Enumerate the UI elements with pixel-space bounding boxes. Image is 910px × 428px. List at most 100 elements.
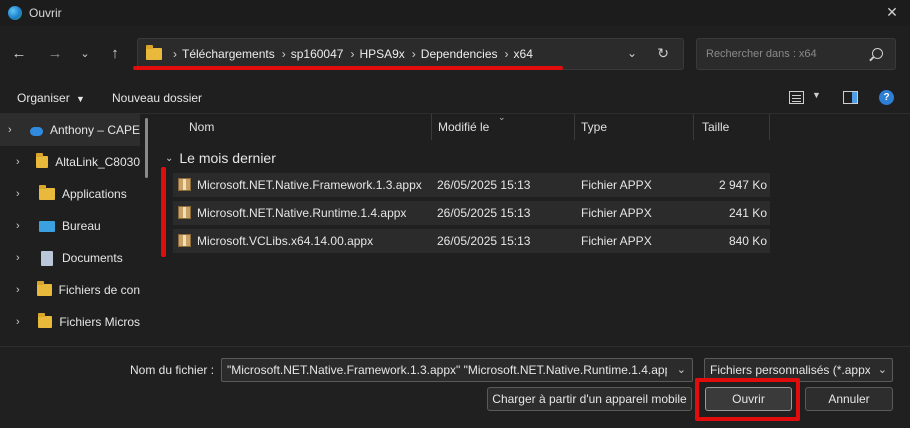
sidebar-item-label: Fichiers Micros bbox=[59, 315, 140, 329]
recent-locations-chevron-icon[interactable]: ⌄ bbox=[73, 44, 97, 64]
cloud-icon bbox=[29, 126, 43, 136]
sidebar-item-documents[interactable]: › Documents bbox=[0, 242, 140, 274]
package-icon bbox=[178, 206, 191, 219]
sidebar-item-altalink[interactable]: › AltaLink_C8030 bbox=[0, 146, 140, 178]
column-header-label: Taille bbox=[702, 120, 730, 134]
file-type: Fichier APPX bbox=[581, 234, 652, 248]
breadcrumb-item[interactable]: sp160047 bbox=[291, 47, 344, 61]
file-name: Microsoft.VCLibs.x64.14.00.appx bbox=[197, 234, 374, 248]
sidebar-item-bureau[interactable]: › Bureau bbox=[0, 210, 140, 242]
sidebar-item-applications[interactable]: › Applications bbox=[0, 178, 140, 210]
column-header-label: Modifié le bbox=[438, 120, 490, 134]
file-size: 2 947 Ko bbox=[718, 178, 767, 192]
back-arrow-icon[interactable]: ← bbox=[7, 44, 31, 64]
sidebar-item-label: Bureau bbox=[62, 219, 101, 233]
column-header-type[interactable]: Type bbox=[575, 114, 694, 140]
edge-icon bbox=[8, 6, 22, 20]
chevron-right-icon: › bbox=[411, 47, 416, 61]
red-annotation-box bbox=[695, 378, 800, 421]
column-header-label: Nom bbox=[189, 120, 215, 134]
desktop-icon bbox=[39, 220, 55, 232]
sidebar-item-fichiers-de-con[interactable]: › Fichiers de con bbox=[0, 274, 140, 306]
chevron-right-icon[interactable]: › bbox=[8, 124, 20, 136]
file-modified: 26/05/2025 15:13 bbox=[437, 234, 531, 248]
table-row[interactable]: Microsoft.VCLibs.x64.14.00.appx 26/05/20… bbox=[173, 229, 770, 253]
chevron-down-icon[interactable]: ⌄ bbox=[878, 363, 887, 376]
package-icon bbox=[178, 178, 191, 191]
column-header-name[interactable]: Nom bbox=[182, 114, 432, 140]
view-options-icon[interactable] bbox=[789, 91, 804, 104]
sidebar-item-label: Applications bbox=[62, 187, 127, 201]
chevron-right-icon: › bbox=[504, 47, 509, 61]
chevron-right-icon: › bbox=[281, 47, 286, 61]
breadcrumb-item[interactable]: Dependencies bbox=[421, 47, 498, 61]
sidebar-item-label: Documents bbox=[62, 251, 123, 265]
file-modified: 26/05/2025 15:13 bbox=[437, 206, 531, 220]
filename-input[interactable]: "Microsoft.NET.Native.Framework.1.3.appx… bbox=[221, 358, 693, 382]
caret-down-icon[interactable]: ▼ bbox=[812, 90, 821, 100]
chevron-right-icon: › bbox=[173, 47, 177, 61]
window-title: Ouvrir bbox=[29, 6, 62, 20]
file-size: 840 Ko bbox=[728, 234, 767, 248]
chevron-down-icon[interactable]: ⌄ bbox=[677, 363, 686, 376]
search-input[interactable]: Rechercher dans : x64 bbox=[696, 38, 896, 70]
breadcrumb-item[interactable]: x64 bbox=[514, 47, 533, 61]
sidebar-item-label: Anthony – CAPE bbox=[49, 123, 140, 137]
navigation-pane: › Anthony – CAPE › AltaLink_C8030 › Appl… bbox=[0, 114, 155, 346]
chevron-down-icon[interactable]: ⌄ bbox=[627, 46, 637, 60]
close-icon[interactable]: ✕ bbox=[882, 2, 902, 22]
file-type-value: Fichiers personnalisés (*.appx;*. bbox=[710, 363, 870, 377]
sidebar-item-label: Fichiers de con bbox=[58, 283, 140, 297]
chevron-right-icon[interactable]: › bbox=[16, 156, 27, 168]
forward-arrow-icon[interactable]: → bbox=[43, 44, 67, 64]
up-arrow-icon[interactable]: ↑ bbox=[103, 44, 127, 64]
filename-label: Nom du fichier : bbox=[130, 363, 215, 377]
cancel-button[interactable]: Annuler bbox=[805, 387, 893, 411]
sidebar-scrollbar[interactable] bbox=[145, 118, 148, 178]
navigation-bar: ← → ⌄ ↑ › Téléchargements › sp160047 › H… bbox=[0, 26, 910, 82]
caret-down-icon: ▼ bbox=[76, 94, 85, 104]
chevron-right-icon[interactable]: › bbox=[16, 316, 29, 328]
file-modified: 26/05/2025 15:13 bbox=[437, 178, 531, 192]
load-from-mobile-button[interactable]: Charger à partir d'un appareil mobile bbox=[487, 387, 692, 411]
document-icon bbox=[41, 250, 53, 266]
refresh-icon[interactable]: ↻ bbox=[657, 45, 669, 62]
file-size: 241 Ko bbox=[728, 206, 767, 220]
file-type: Fichier APPX bbox=[581, 206, 652, 220]
column-header-label: Type bbox=[581, 120, 608, 134]
folder-icon bbox=[37, 281, 52, 296]
organize-label: Organiser bbox=[17, 91, 70, 105]
table-row[interactable]: Microsoft.NET.Native.Framework.1.3.appx … bbox=[173, 173, 770, 197]
column-header-modified[interactable]: Modifié le bbox=[432, 114, 575, 140]
table-row[interactable]: Microsoft.NET.Native.Runtime.1.4.appx 26… bbox=[173, 201, 770, 225]
chevron-right-icon[interactable]: › bbox=[16, 284, 28, 296]
group-header[interactable]: ⌄ Le mois dernier bbox=[165, 150, 276, 166]
chevron-right-icon[interactable]: › bbox=[16, 220, 30, 232]
sidebar-item-onedrive[interactable]: › Anthony – CAPE bbox=[0, 114, 140, 146]
chevron-down-icon[interactable]: ⌄ bbox=[165, 153, 173, 164]
search-icon[interactable] bbox=[872, 48, 883, 59]
chevron-right-icon[interactable]: › bbox=[16, 252, 30, 264]
sidebar-item-fichiers-micros[interactable]: › Fichiers Micros bbox=[0, 306, 140, 338]
command-bar: Organiser ▼ Nouveau dossier ▼ ? bbox=[0, 82, 910, 114]
breadcrumb-item[interactable]: Téléchargements bbox=[182, 47, 275, 61]
chevron-right-icon[interactable]: › bbox=[16, 188, 30, 200]
red-annotation-bar bbox=[161, 167, 166, 257]
breadcrumb-item[interactable]: HPSA9x bbox=[359, 47, 404, 61]
column-header-size[interactable]: Taille bbox=[694, 114, 770, 140]
file-list: Nom ⌄ Modifié le Type Taille ⌄ Le mois d… bbox=[155, 112, 910, 346]
breadcrumb: › Téléchargements › sp160047 › HPSA9x › … bbox=[166, 47, 533, 61]
folder-icon bbox=[39, 185, 55, 200]
preview-pane-icon[interactable] bbox=[843, 91, 858, 104]
folder-icon bbox=[35, 153, 49, 168]
file-name: Microsoft.NET.Native.Runtime.1.4.appx bbox=[197, 206, 407, 220]
title-bar: Ouvrir ✕ bbox=[0, 0, 910, 26]
chevron-right-icon: › bbox=[350, 47, 355, 61]
search-placeholder: Rechercher dans : x64 bbox=[706, 48, 817, 60]
new-folder-button[interactable]: Nouveau dossier bbox=[112, 91, 202, 105]
red-annotation-underline bbox=[133, 66, 563, 70]
organize-button[interactable]: Organiser ▼ bbox=[17, 91, 85, 105]
filename-value: "Microsoft.NET.Native.Framework.1.3.appx… bbox=[227, 363, 667, 377]
file-type: Fichier APPX bbox=[581, 178, 652, 192]
help-icon[interactable]: ? bbox=[879, 90, 894, 105]
